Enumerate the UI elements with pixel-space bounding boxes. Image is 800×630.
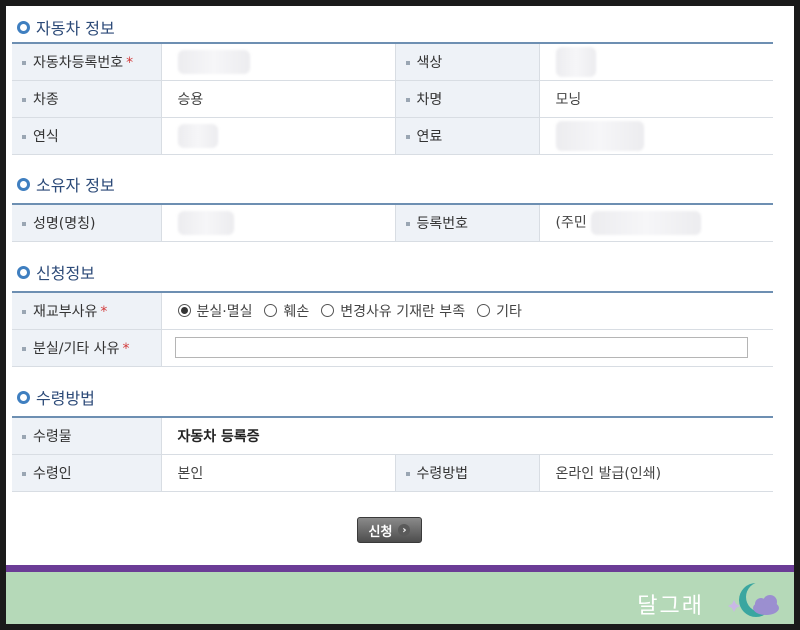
vehicle-color-label: 색상: [394, 43, 539, 81]
moon-cloud-logo-icon: [728, 582, 779, 617]
section-title-receipt: 수령방법: [17, 386, 95, 408]
footer: 달그래: [6, 572, 794, 624]
footer-divider: [6, 565, 794, 572]
vehicle-year-value: [160, 117, 395, 155]
table-row: 차종 승용 차명 모닝: [12, 80, 773, 118]
radio-damaged[interactable]: 훼손: [264, 301, 309, 321]
receipt-item-value: 자동차 등록증: [160, 417, 774, 455]
table-row: 자동차등록번호 * 색상: [12, 43, 773, 81]
receiver-value: 본인: [160, 454, 395, 492]
submit-button-label: 신청: [368, 524, 393, 540]
owner-reg-value: (주민: [538, 204, 773, 242]
reissue-reason-options: 분실·멸실 훼손 변경사유 기재란 부족 기타: [160, 292, 773, 330]
section-title-vehicle: 자동차 정보: [17, 16, 115, 38]
radio-icon[interactable]: [264, 304, 278, 318]
section-title-owner: 소유자 정보: [17, 173, 115, 195]
circle-bullet-icon: [17, 265, 30, 279]
receipt-info-table: 수령물 자동차 등록증 수령인 본인 수령방법 온라인 발급(인쇄): [12, 416, 774, 492]
owner-name-value: [160, 204, 395, 242]
vehicle-color-value: [538, 43, 773, 81]
section-title-text: 수령방법: [36, 389, 95, 408]
owner-name-label: 성명(명칭): [12, 204, 161, 242]
section-title-text: 소유자 정보: [36, 176, 115, 195]
receipt-method-value: 온라인 발급(인쇄): [538, 454, 774, 492]
section-title-text: 자동차 정보: [36, 19, 115, 38]
radio-insufficient-space[interactable]: 변경사유 기재란 부족: [321, 301, 465, 321]
receipt-method-label: 수령방법: [394, 454, 539, 492]
radio-other[interactable]: 기타: [477, 301, 522, 321]
table-row: 수령물 자동차 등록증: [12, 417, 774, 455]
submit-button[interactable]: 신청 ›: [357, 517, 422, 543]
owner-info-table: 성명(명칭) 등록번호 (주민: [12, 203, 773, 242]
circle-bullet-icon: [17, 20, 30, 34]
owner-reg-label: 등록번호: [394, 204, 539, 242]
receiver-label: 수령인: [12, 454, 161, 492]
vehicle-type-label: 차종: [12, 80, 161, 118]
vehicle-fuel-label: 연료: [394, 117, 539, 155]
vehicle-year-label: 연식: [12, 117, 161, 155]
vehicle-fuel-value: [538, 117, 773, 155]
other-reason-input[interactable]: [174, 337, 748, 358]
section-title-text: 신청정보: [36, 264, 95, 283]
radio-selected-icon[interactable]: [177, 304, 191, 318]
vehicle-name-value: 모닝: [538, 80, 773, 118]
radio-icon[interactable]: [477, 304, 491, 318]
radio-lost[interactable]: 분실·멸실: [177, 301, 252, 321]
reissue-reason-label: 재교부사유 *: [12, 292, 161, 330]
table-row: 연식 연료: [12, 117, 773, 155]
page-frame: 자동차 정보 자동차등록번호 * 색상 차종 승용 차명 모닝 연식 연료 소유자…: [6, 6, 794, 624]
vehicle-reg-no-label: 자동차등록번호 *: [12, 43, 161, 81]
receipt-item-label: 수령물: [12, 417, 161, 455]
table-row: 재교부사유 * 분실·멸실 훼손 변경사유 기재란 부족 기타: [12, 292, 773, 330]
other-reason-label: 분실/기타 사유 *: [12, 329, 161, 367]
vehicle-name-label: 차명: [394, 80, 539, 118]
table-row: 성명(명칭) 등록번호 (주민: [12, 204, 773, 242]
circle-bullet-icon: [17, 177, 30, 191]
vehicle-info-table: 자동차등록번호 * 색상 차종 승용 차명 모닝 연식 연료: [12, 42, 773, 155]
table-row: 분실/기타 사유 *: [12, 329, 773, 367]
circle-bullet-icon: [17, 390, 30, 404]
brand-text: 달그래: [637, 594, 704, 619]
table-row: 수령인 본인 수령방법 온라인 발급(인쇄): [12, 454, 774, 492]
radio-icon[interactable]: [321, 304, 335, 318]
application-info-table: 재교부사유 * 분실·멸실 훼손 변경사유 기재란 부족 기타 분실/기타 사유 *: [12, 291, 773, 367]
section-title-application: 신청정보: [17, 261, 95, 283]
chevron-right-icon: ›: [398, 524, 411, 536]
vehicle-reg-no-value: [160, 43, 395, 81]
other-reason-cell: [160, 329, 773, 367]
vehicle-type-value: 승용: [160, 80, 395, 118]
